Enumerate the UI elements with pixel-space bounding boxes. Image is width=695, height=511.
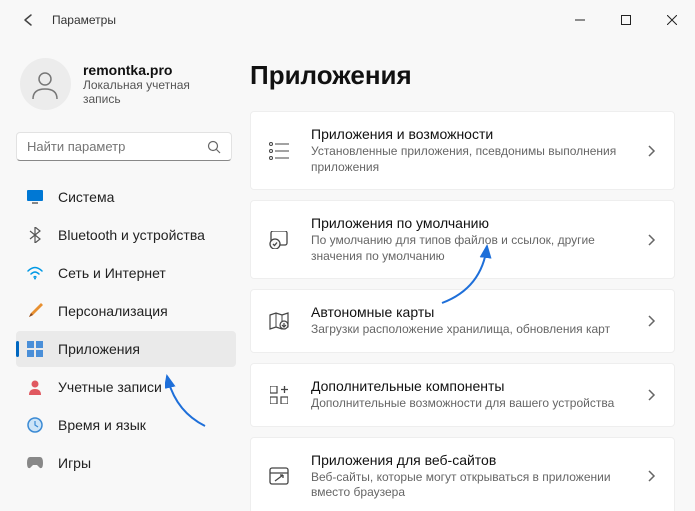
clock-icon — [26, 416, 44, 434]
window-controls — [557, 4, 695, 36]
sidebar: remontka.pro Локальная учетная запись Си… — [0, 40, 240, 511]
card-offline-maps[interactable]: Автономные карты Загрузки расположение х… — [250, 289, 675, 353]
card-subtitle: Загрузки расположение хранилища, обновле… — [311, 322, 644, 338]
nav-label: Персонализация — [58, 303, 168, 319]
wifi-icon — [26, 264, 44, 282]
chevron-right-icon — [644, 143, 660, 159]
maximize-icon — [621, 15, 631, 25]
page-title: Приложения — [250, 60, 675, 91]
account-icon — [26, 378, 44, 396]
card-apps-features[interactable]: Приложения и возможности Установленные п… — [250, 111, 675, 190]
chevron-right-icon — [644, 387, 660, 403]
nav-item-network[interactable]: Сеть и Интернет — [16, 255, 236, 291]
optional-features-icon — [265, 381, 293, 409]
user-icon — [28, 67, 62, 101]
chevron-right-icon — [644, 232, 660, 248]
card-subtitle: По умолчанию для типов файлов и ссылок, … — [311, 233, 644, 264]
card-subtitle: Веб-сайты, которые могут открываться в п… — [311, 470, 644, 501]
card-title: Автономные карты — [311, 304, 644, 320]
user-name: remontka.pro — [83, 62, 228, 78]
nav-label: Игры — [58, 455, 91, 471]
card-title: Приложения для веб-сайтов — [311, 452, 644, 468]
nav-item-bluetooth[interactable]: Bluetooth и устройства — [16, 217, 236, 253]
back-button[interactable] — [12, 4, 44, 36]
nav-label: Bluetooth и устройства — [58, 227, 205, 243]
search-input[interactable] — [27, 139, 207, 154]
close-icon — [667, 15, 677, 25]
list-icon — [265, 137, 293, 165]
nav-item-time[interactable]: Время и язык — [16, 407, 236, 443]
card-subtitle: Установленные приложения, псевдонимы вып… — [311, 144, 644, 175]
map-icon — [265, 307, 293, 335]
card-default-apps[interactable]: Приложения по умолчанию По умолчанию для… — [250, 200, 675, 279]
nav: Система Bluetooth и устройства Сеть и Ин… — [16, 179, 236, 481]
brush-icon — [26, 302, 44, 320]
close-button[interactable] — [649, 4, 695, 36]
card-title: Приложения и возможности — [311, 126, 644, 142]
nav-label: Система — [58, 189, 114, 205]
card-apps-websites[interactable]: Приложения для веб-сайтов Веб-сайты, кот… — [250, 437, 675, 511]
maximize-button[interactable] — [603, 4, 649, 36]
back-arrow-icon — [21, 13, 35, 27]
nav-item-accounts[interactable]: Учетные записи — [16, 369, 236, 405]
main-panel: Приложения Приложения и возможности Уста… — [240, 40, 695, 511]
gaming-icon — [26, 454, 44, 472]
card-subtitle: Дополнительные возможности для вашего ус… — [311, 396, 644, 412]
card-optional-features[interactable]: Дополнительные компоненты Дополнительные… — [250, 363, 675, 427]
chevron-right-icon — [644, 313, 660, 329]
nav-item-apps[interactable]: Приложения — [16, 331, 236, 367]
nav-label: Приложения — [58, 341, 140, 357]
chevron-right-icon — [644, 468, 660, 484]
nav-item-personalization[interactable]: Персонализация — [16, 293, 236, 329]
user-block[interactable]: remontka.pro Локальная учетная запись — [16, 40, 236, 132]
card-title: Дополнительные компоненты — [311, 378, 644, 394]
nav-label: Сеть и Интернет — [58, 265, 166, 281]
avatar — [20, 58, 71, 110]
minimize-button[interactable] — [557, 4, 603, 36]
search-icon — [207, 140, 221, 154]
titlebar: Параметры — [0, 0, 695, 40]
nav-item-gaming[interactable]: Игры — [16, 445, 236, 481]
minimize-icon — [575, 15, 585, 25]
website-icon — [265, 462, 293, 490]
system-icon — [26, 188, 44, 206]
card-title: Приложения по умолчанию — [311, 215, 644, 231]
default-apps-icon — [265, 226, 293, 254]
nav-item-system[interactable]: Система — [16, 179, 236, 215]
bluetooth-icon — [26, 226, 44, 244]
nav-label: Время и язык — [58, 417, 146, 433]
nav-label: Учетные записи — [58, 379, 162, 395]
window-title: Параметры — [52, 13, 116, 27]
apps-icon — [26, 340, 44, 358]
search-box[interactable] — [16, 132, 232, 161]
user-subtitle: Локальная учетная запись — [83, 78, 228, 106]
